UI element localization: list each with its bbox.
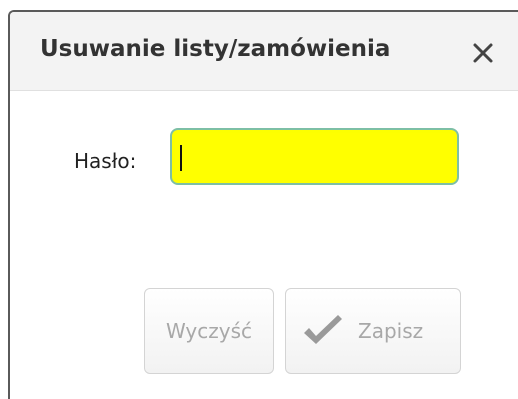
save-button-label: Zapisz (358, 319, 424, 343)
dialog-title: Usuwanie listy/zamówienia (40, 36, 391, 62)
text-caret (180, 145, 182, 171)
close-icon[interactable] (472, 42, 494, 64)
clear-button[interactable]: Wyczyść (144, 288, 274, 374)
password-field-frame (170, 128, 459, 185)
checkmark-icon (304, 315, 342, 344)
dialog-titlebar: Usuwanie listy/zamówienia (10, 12, 518, 91)
password-label: Hasło: (74, 149, 137, 173)
password-input[interactable] (175, 133, 454, 180)
delete-list-dialog: Usuwanie listy/zamówienia Hasło: Wyczyść… (8, 10, 518, 399)
close-icon-glyph (473, 43, 493, 63)
save-button[interactable]: Zapisz (285, 288, 461, 374)
clear-button-label: Wyczyść (165, 319, 252, 343)
